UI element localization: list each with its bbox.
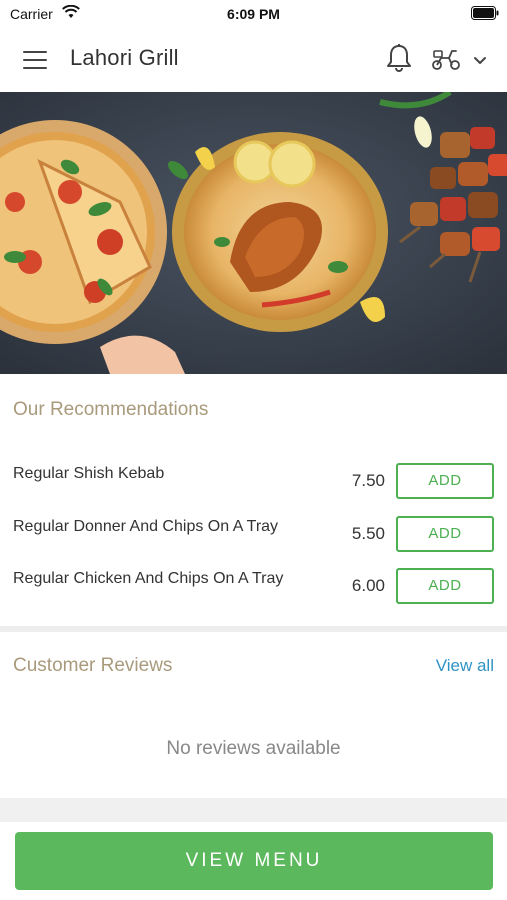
add-button[interactable]: ADD xyxy=(396,463,494,499)
recommendation-item: Regular Chicken And Chips On A Tray 6.00… xyxy=(0,562,507,604)
item-name: Regular Shish Kebab xyxy=(13,465,165,482)
food-banner-image xyxy=(0,92,507,374)
recommendation-item: Regular Donner And Chips On A Tray 5.50 … xyxy=(0,510,507,552)
item-price: 5.50 xyxy=(351,524,385,543)
reviews-section: Customer Reviews View all No reviews ava… xyxy=(0,632,507,798)
empty-reviews-message: No reviews available xyxy=(166,738,341,759)
hamburger-menu-icon[interactable] xyxy=(23,50,47,70)
item-price: 6.00 xyxy=(351,576,385,595)
view-all-link[interactable]: View all xyxy=(436,656,494,676)
item-price: 7.50 xyxy=(351,471,385,490)
reviews-title: Customer Reviews xyxy=(13,655,173,676)
add-button[interactable]: ADD xyxy=(396,568,494,604)
app-title: Lahori Grill xyxy=(70,45,179,70)
view-menu-button[interactable]: VIEW MENU xyxy=(15,832,493,890)
status-time: 6:09 PM xyxy=(227,6,280,22)
bottom-divider xyxy=(0,798,507,822)
item-name: Regular Donner And Chips On A Tray xyxy=(13,518,279,535)
item-name: Regular Chicken And Chips On A Tray xyxy=(13,570,284,587)
scooter-icon[interactable] xyxy=(431,46,461,72)
bell-icon[interactable] xyxy=(385,43,413,73)
battery-icon xyxy=(471,6,499,20)
recommendations-title: Our Recommendations xyxy=(13,399,209,420)
status-bar: Carrier 6:09 PM xyxy=(0,0,507,28)
recommendations-section: Our Recommendations Regular Shish Kebab … xyxy=(0,374,507,626)
hero-banner xyxy=(0,92,507,374)
add-button[interactable]: ADD xyxy=(396,516,494,552)
app-header: Lahori Grill xyxy=(0,28,507,92)
recommendation-item: Regular Shish Kebab 7.50 ADD xyxy=(0,457,507,499)
chevron-down-icon[interactable] xyxy=(472,52,488,68)
footer-bar: VIEW MENU xyxy=(0,822,507,900)
